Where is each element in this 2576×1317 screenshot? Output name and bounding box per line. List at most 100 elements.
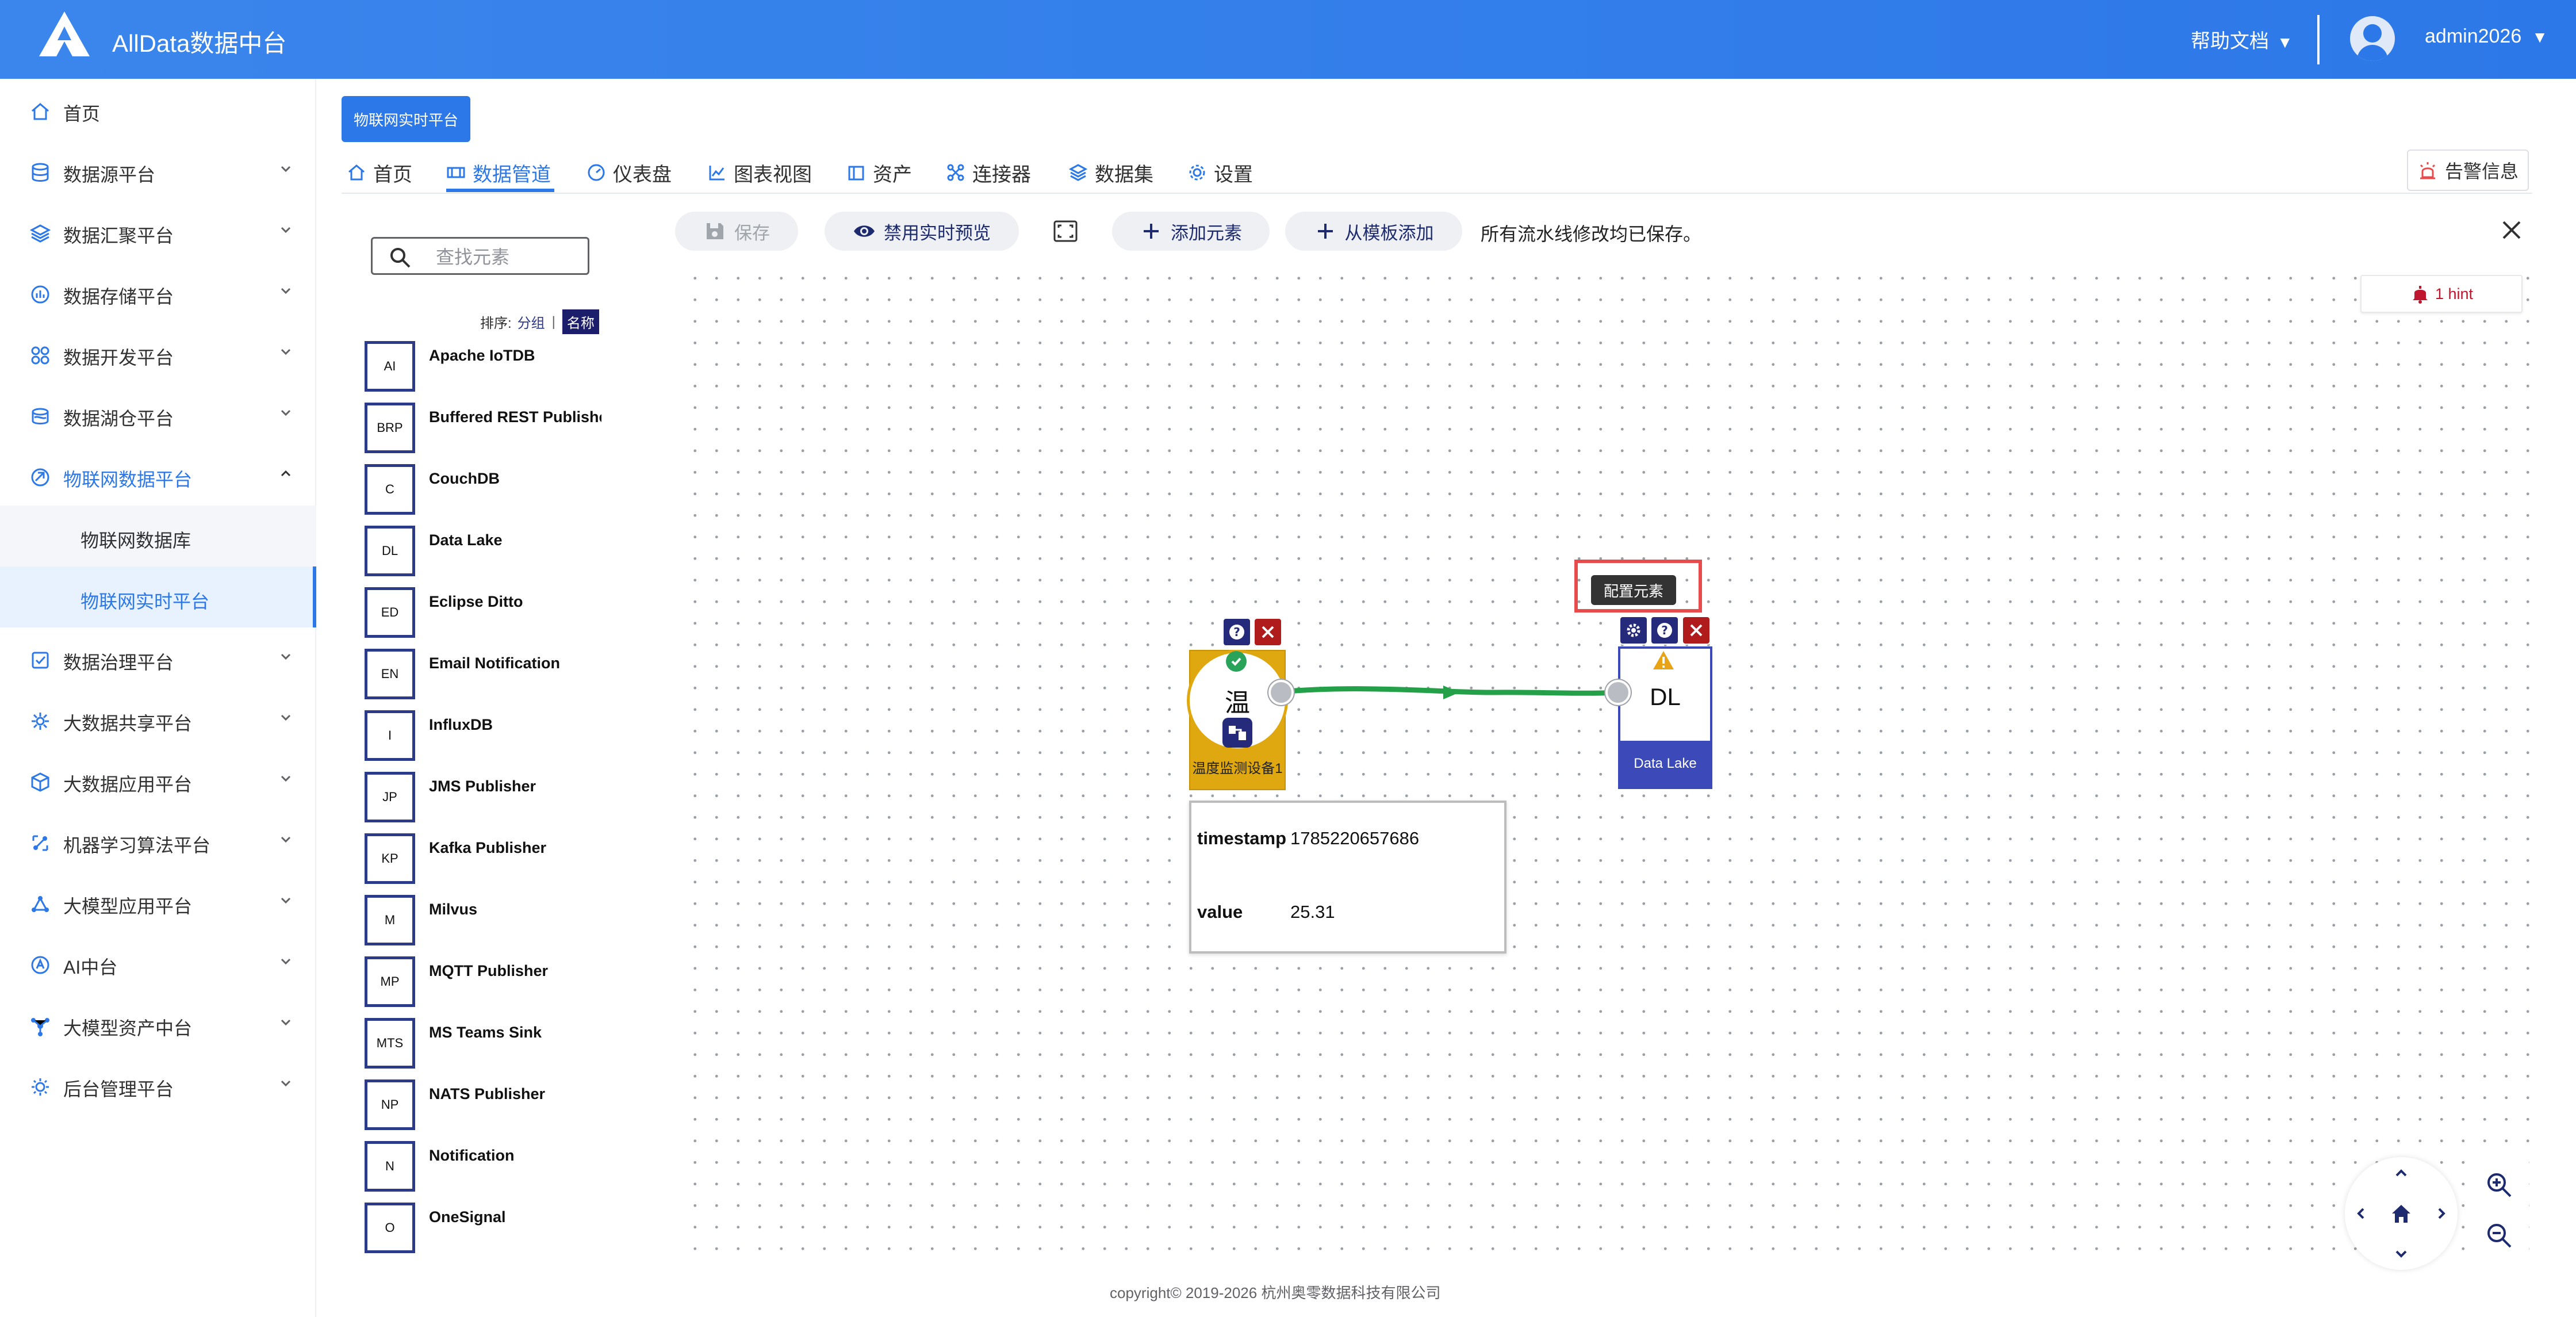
- sidebar-item-application[interactable]: 大数据应用平台: [0, 751, 316, 809]
- sidebar-item-ai[interactable]: AI中台: [0, 934, 316, 991]
- tab-connectors[interactable]: 连接器: [946, 152, 1031, 193]
- pipeline-edge[interactable]: [1276, 673, 1633, 730]
- alarm-button[interactable]: 告警信息: [2407, 150, 2529, 191]
- pan-up-button[interactable]: [2390, 1162, 2413, 1185]
- sidebar-item-iot[interactable]: 物联网数据平台: [0, 446, 316, 504]
- chevron-down-icon: [281, 714, 291, 721]
- settings-icon: [1187, 163, 1207, 182]
- pan-controls: [2345, 1157, 2458, 1270]
- check-icon: [1226, 651, 1247, 672]
- tab-assets[interactable]: 资产: [846, 152, 912, 193]
- element-name: CouchDB: [429, 470, 500, 487]
- element-icon: AI: [365, 341, 415, 392]
- warning-icon: [1653, 651, 1674, 669]
- save-status: 所有流水线修改均已保存。: [1481, 224, 1702, 244]
- palette-item[interactable]: N Notification: [365, 1141, 606, 1199]
- alarm-button-label: 告警信息: [2444, 161, 2518, 182]
- configure-button[interactable]: [1619, 616, 1648, 645]
- help-button[interactable]: ?: [1650, 616, 1679, 645]
- input-port[interactable]: [1605, 680, 1631, 705]
- governance-icon: [29, 649, 52, 672]
- element-name: Kafka Publisher: [429, 839, 547, 856]
- zoom-in-button[interactable]: [2483, 1169, 2515, 1201]
- pan-right-button[interactable]: [2430, 1202, 2453, 1225]
- tab-pipeline[interactable]: 数据管道: [446, 152, 551, 193]
- sort-by-name[interactable]: 名称: [562, 309, 599, 334]
- sidebar-item-model-asset[interactable]: 大模型资产中台: [0, 995, 316, 1052]
- palette-item[interactable]: BRP Buffered REST Publisher: [365, 403, 606, 460]
- delete-node-button[interactable]: [1254, 618, 1282, 646]
- sidebar-item-storage[interactable]: 数据存储平台: [0, 263, 316, 321]
- palette-item[interactable]: I InfluxDB: [365, 710, 606, 768]
- chevron-down-icon: [281, 1080, 291, 1087]
- search-icon: [390, 248, 411, 268]
- palette-item[interactable]: C CouchDB: [365, 464, 606, 522]
- palette-item[interactable]: ED Eclipse Ditto: [365, 587, 606, 645]
- palette-item[interactable]: NP NATS Publisher: [365, 1079, 606, 1137]
- tab-dashboard[interactable]: 仪表盘: [586, 152, 672, 193]
- sidebar-subitem-iot-realtime[interactable]: 物联网实时平台: [0, 566, 316, 627]
- chevron-down-icon: [281, 836, 291, 843]
- palette-item[interactable]: MTS MS Teams Sink: [365, 1018, 606, 1075]
- add-from-template-button[interactable]: 从模板添加: [1285, 212, 1462, 251]
- avatar[interactable]: [2350, 16, 2395, 61]
- sort-by-group[interactable]: 分组: [518, 312, 545, 332]
- element-search[interactable]: [371, 237, 589, 275]
- sidebar-item-development[interactable]: 数据开发平台: [0, 324, 316, 382]
- palette-item[interactable]: MP MQTT Publisher: [365, 956, 606, 1014]
- sidebar-item-datasource[interactable]: 数据源平台: [0, 141, 316, 199]
- layers-icon: [29, 222, 52, 245]
- zoom-out-button[interactable]: [2483, 1219, 2515, 1251]
- output-port[interactable]: [1268, 680, 1294, 705]
- user-menu[interactable]: admin2026 ▼: [2425, 25, 2548, 48]
- sidebar-item-admin[interactable]: 后台管理平台: [0, 1056, 316, 1113]
- palette-item[interactable]: M Milvus: [365, 895, 606, 952]
- element-icon: M: [365, 895, 415, 945]
- sidebar-item-governance[interactable]: 数据治理平台: [0, 629, 316, 687]
- live-preview-panel: timestamp 1785220657686 value 25.31: [1189, 801, 1506, 954]
- grid-icon: [29, 344, 52, 367]
- palette-item[interactable]: KP Kafka Publisher: [365, 833, 606, 891]
- tab-divider: [342, 193, 2532, 194]
- storage-icon: [29, 283, 52, 306]
- asset-icon: [29, 1014, 52, 1037]
- fit-view-button[interactable]: [1042, 212, 1089, 251]
- element-search-input[interactable]: [436, 244, 580, 270]
- element-name: Buffered REST Publisher: [429, 408, 601, 426]
- sidebar-item-aggregation[interactable]: 数据汇聚平台: [0, 202, 316, 260]
- preview-value: 1785220657686: [1290, 828, 1420, 848]
- delete-node-button[interactable]: [1682, 616, 1711, 645]
- reset-view-button[interactable]: [2390, 1202, 2413, 1225]
- pipeline-canvas[interactable]: [678, 262, 2530, 1257]
- sidebar-subitem-label: 物联网实时平台: [80, 591, 210, 612]
- palette-item[interactable]: AI Apache IoTDB: [365, 341, 606, 399]
- sidebar-item-sharing[interactable]: 大数据共享平台: [0, 690, 316, 748]
- sidebar-item-lakehouse[interactable]: 数据湖仓平台: [0, 385, 316, 443]
- tab-home[interactable]: 首页: [347, 152, 412, 193]
- sidebar-item-home[interactable]: 首页: [0, 81, 316, 138]
- sidebar-item-model-app[interactable]: 大模型应用平台: [0, 873, 316, 931]
- close-icon[interactable]: [2500, 219, 2523, 242]
- pan-left-button[interactable]: [2349, 1202, 2372, 1225]
- help-docs-dropdown[interactable]: 帮助文档 ▼: [2191, 25, 2293, 53]
- preview-key: timestamp: [1197, 828, 1287, 848]
- hint-indicator[interactable]: 1 hint: [2360, 275, 2523, 313]
- disable-preview-button[interactable]: 禁用实时预览: [825, 212, 1019, 251]
- save-button[interactable]: 保存: [675, 212, 798, 251]
- palette-item[interactable]: O OneSignal: [365, 1203, 606, 1260]
- page-tag[interactable]: 物联网实时平台: [342, 96, 470, 142]
- palette-item[interactable]: JP JMS Publisher: [365, 772, 606, 829]
- add-element-button[interactable]: 添加元素: [1112, 212, 1270, 251]
- svg-text:?: ?: [1233, 625, 1240, 639]
- tab-datasets[interactable]: 数据集: [1068, 152, 1153, 193]
- element-name: Apache IoTDB: [429, 347, 535, 364]
- tab-settings[interactable]: 设置: [1187, 152, 1253, 193]
- palette-item[interactable]: EN Email Notification: [365, 649, 606, 706]
- pan-down-button[interactable]: [2390, 1242, 2413, 1265]
- model-app-icon: [29, 893, 52, 916]
- sidebar-subitem-iot-database[interactable]: 物联网数据库: [0, 506, 316, 566]
- palette-item[interactable]: DL Data Lake: [365, 526, 606, 583]
- tab-chart-view[interactable]: 图表视图: [707, 152, 812, 193]
- help-button[interactable]: ?: [1222, 618, 1251, 646]
- sidebar-item-machine-learning[interactable]: 机器学习算法平台: [0, 812, 316, 870]
